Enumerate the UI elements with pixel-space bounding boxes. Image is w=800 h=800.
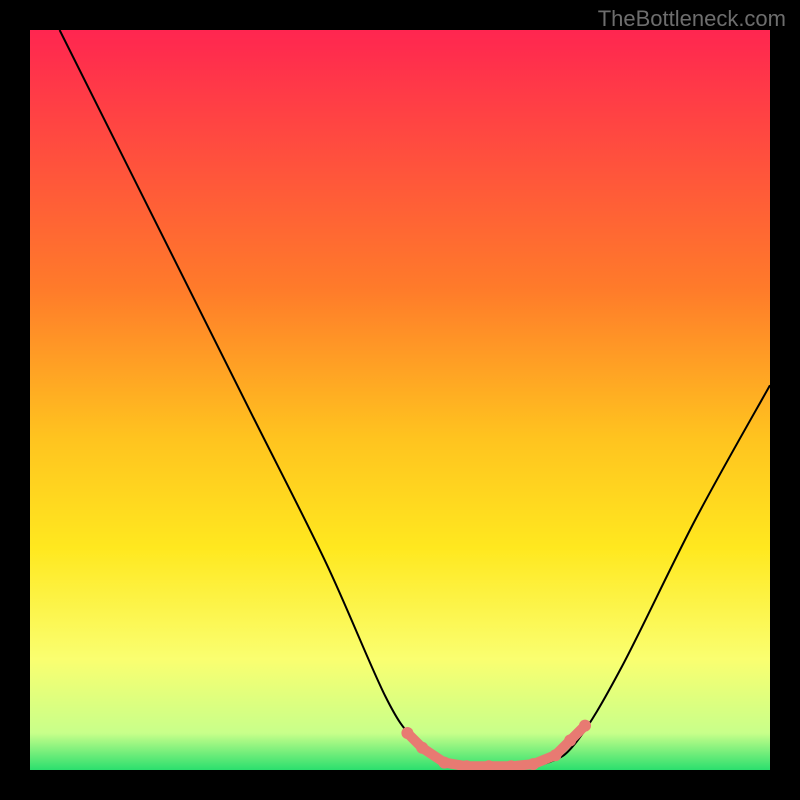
optimal-range-markers [401, 720, 591, 770]
chart-curve-layer [30, 30, 770, 770]
chart-plot-area [30, 30, 770, 770]
watermark-text: TheBottleneck.com [598, 6, 786, 32]
bottleneck-curve [60, 30, 770, 770]
